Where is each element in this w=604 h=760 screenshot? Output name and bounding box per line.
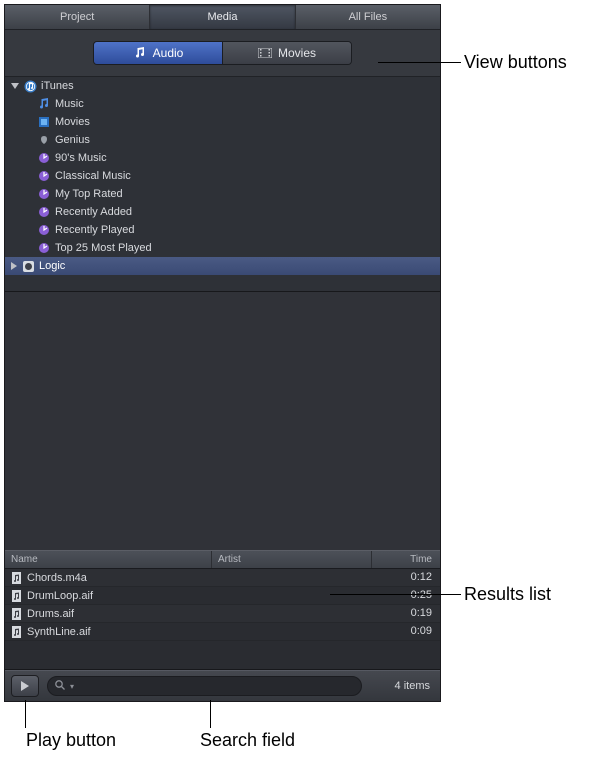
tree-item-logic[interactable]: Logic xyxy=(5,257,440,275)
audio-file-icon xyxy=(9,607,23,621)
tree-item-label: Genius xyxy=(55,134,90,146)
music-note-icon xyxy=(133,46,147,60)
smartlist-icon xyxy=(37,151,51,165)
results-row[interactable]: Chords.m4a 0:12 xyxy=(5,569,440,587)
search-input[interactable] xyxy=(78,679,355,693)
tree-item-recently-added[interactable]: Recently Added xyxy=(5,203,440,221)
tree-item-label: 90's Music xyxy=(55,152,107,164)
result-artist xyxy=(209,569,372,586)
tree-item-top-25-most-played[interactable]: Top 25 Most Played xyxy=(5,239,440,257)
column-header-name[interactable]: Name xyxy=(5,551,212,568)
result-time: 0:12 xyxy=(372,569,440,586)
result-name: Chords.m4a xyxy=(27,572,87,584)
audio-file-icon xyxy=(9,589,23,603)
tree-item-label: My Top Rated xyxy=(55,188,123,200)
tree-item-itunes[interactable]: iTunes xyxy=(5,77,440,95)
view-button-audio-label: Audio xyxy=(153,46,184,60)
film-icon xyxy=(258,46,272,60)
disclosure-triangle-icon[interactable] xyxy=(11,262,17,270)
annotation-play-button: Play button xyxy=(26,730,116,751)
footer-toolbar: ▾ 4 items xyxy=(5,670,440,701)
item-count-label: 4 items xyxy=(370,680,434,692)
search-icon xyxy=(54,679,66,694)
media-browser-panel: Project Media All Files Audio Movies xyxy=(4,4,441,702)
tree-item-recently-played[interactable]: Recently Played xyxy=(5,221,440,239)
tree-item-my-top-rated[interactable]: My Top Rated xyxy=(5,185,440,203)
tree-item-label: iTunes xyxy=(41,80,74,92)
tree-item-label: Classical Music xyxy=(55,170,131,182)
disclosure-triangle-icon[interactable] xyxy=(11,83,19,89)
top-tab-bar: Project Media All Files xyxy=(5,5,440,30)
tree-item-label: Movies xyxy=(55,116,90,128)
tree-item-label: Recently Added xyxy=(55,206,132,218)
logic-icon xyxy=(21,259,35,273)
annotation-search-field: Search field xyxy=(200,730,295,751)
results-row[interactable]: Drums.aif 0:19 xyxy=(5,605,440,623)
column-header-artist[interactable]: Artist xyxy=(212,551,372,568)
smartlist-icon xyxy=(37,169,51,183)
play-icon xyxy=(21,681,29,691)
audio-file-icon xyxy=(9,571,23,585)
annotation-view-buttons: View buttons xyxy=(464,52,567,73)
tree-item-90s-music[interactable]: 90's Music xyxy=(5,149,440,167)
source-tree[interactable]: iTunes Music Movies Genius 90's Music xyxy=(5,77,440,292)
view-button-audio[interactable]: Audio xyxy=(94,42,223,64)
results-row[interactable]: SynthLine.aif 0:09 xyxy=(5,623,440,641)
result-artist xyxy=(209,623,372,640)
results-header: Name Artist Time xyxy=(5,550,440,569)
annotation-results-list: Results list xyxy=(464,584,551,605)
tree-item-classical-music[interactable]: Classical Music xyxy=(5,167,440,185)
tab-project[interactable]: Project xyxy=(5,5,150,29)
tab-all-files[interactable]: All Files xyxy=(296,5,440,29)
view-segmented-control: Audio Movies xyxy=(93,41,352,65)
results-row[interactable]: DrumLoop.aif 0:25 xyxy=(5,587,440,605)
tree-item-label: Music xyxy=(55,98,84,110)
column-header-time[interactable]: Time xyxy=(372,551,440,568)
result-time: 0:25 xyxy=(372,587,440,604)
movies-icon xyxy=(37,115,51,129)
tree-item-label: Top 25 Most Played xyxy=(55,242,152,254)
result-artist xyxy=(209,587,372,604)
empty-area xyxy=(5,292,440,550)
result-time: 0:09 xyxy=(372,623,440,640)
tab-media[interactable]: Media xyxy=(150,5,295,29)
result-name: DrumLoop.aif xyxy=(27,590,93,602)
search-field[interactable]: ▾ xyxy=(47,676,362,696)
smartlist-icon xyxy=(37,241,51,255)
smartlist-icon xyxy=(37,205,51,219)
view-button-movies[interactable]: Movies xyxy=(223,42,351,64)
tree-item-movies[interactable]: Movies xyxy=(5,113,440,131)
music-icon xyxy=(37,97,51,111)
tree-item-music[interactable]: Music xyxy=(5,95,440,113)
dropdown-caret-icon[interactable]: ▾ xyxy=(70,682,74,691)
genius-icon xyxy=(37,133,51,147)
result-name: SynthLine.aif xyxy=(27,626,91,638)
view-button-bar: Audio Movies xyxy=(5,30,440,77)
tree-item-label: Recently Played xyxy=(55,224,135,236)
result-artist xyxy=(209,605,372,622)
play-button[interactable] xyxy=(11,675,39,697)
smartlist-icon xyxy=(37,223,51,237)
result-name: Drums.aif xyxy=(27,608,74,620)
view-button-movies-label: Movies xyxy=(278,46,316,60)
results-list[interactable]: Chords.m4a 0:12 DrumLoop.aif 0:25 Drums.… xyxy=(5,569,440,641)
itunes-icon xyxy=(23,79,37,93)
audio-file-icon xyxy=(9,625,23,639)
smartlist-icon xyxy=(37,187,51,201)
result-time: 0:19 xyxy=(372,605,440,622)
tree-item-label: Logic xyxy=(39,260,65,272)
tree-item-genius[interactable]: Genius xyxy=(5,131,440,149)
results-empty-space xyxy=(5,641,440,670)
